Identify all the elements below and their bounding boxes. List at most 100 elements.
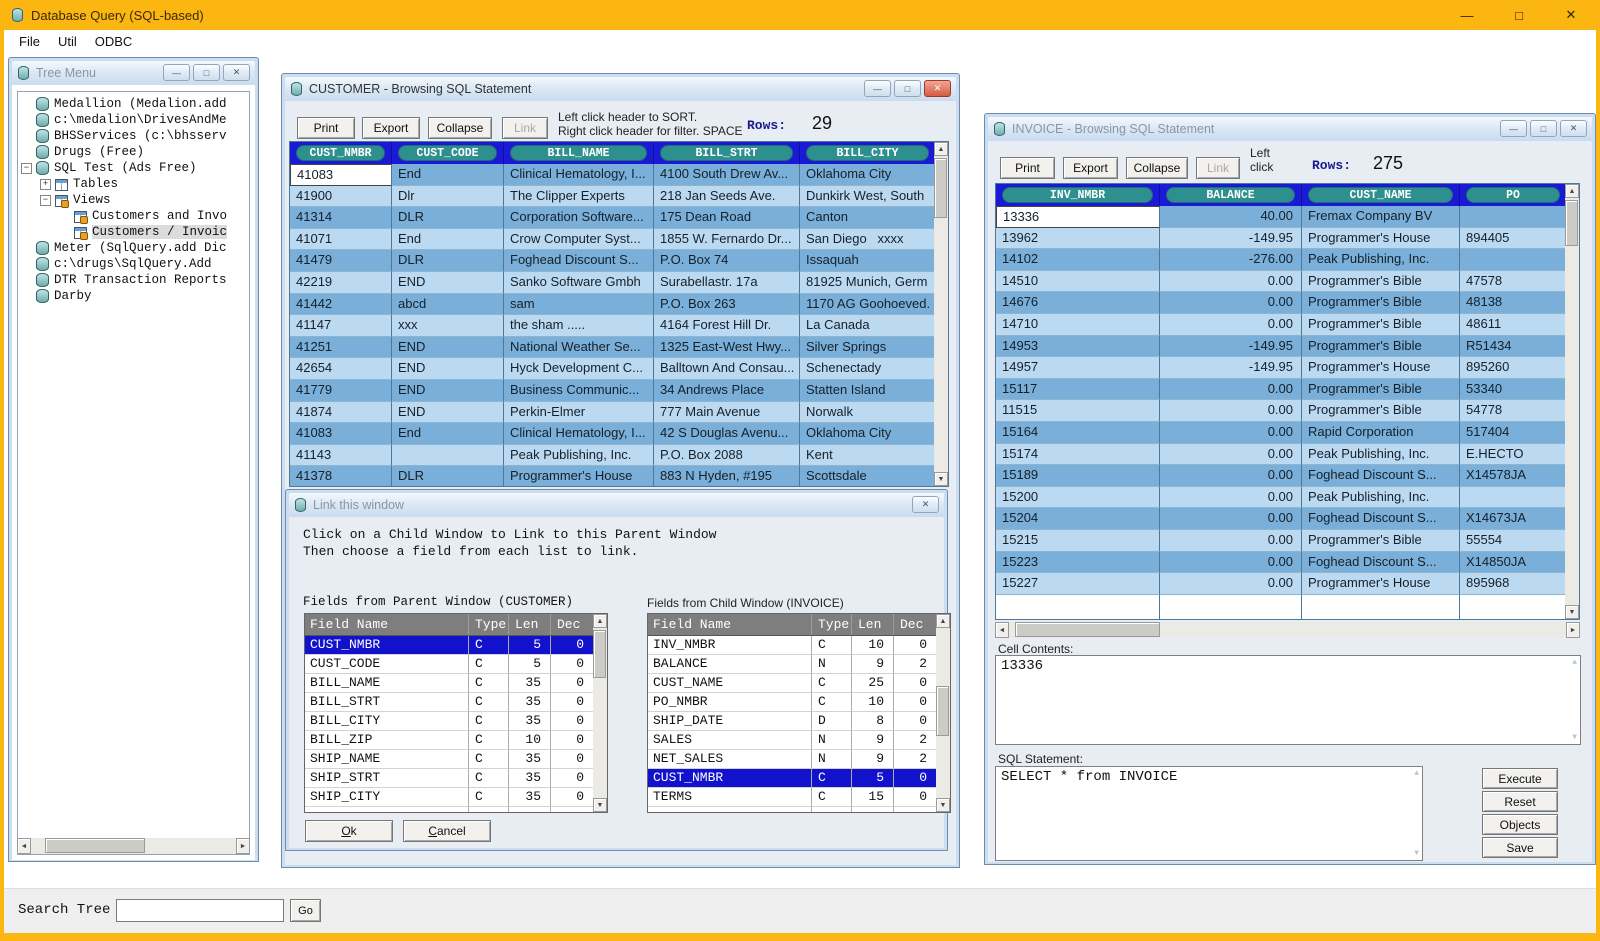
minimize-icon[interactable]: —	[1456, 8, 1478, 23]
grid-cell[interactable]: 48138	[1460, 292, 1567, 314]
grid-cell[interactable]: 41874	[290, 402, 392, 424]
grid-cell[interactable]: 41083	[290, 423, 392, 445]
grid-cell[interactable]: Programmer's House	[1302, 573, 1460, 595]
tree-item[interactable]: c:\medalion\DrivesAndMe	[18, 112, 249, 128]
grid-cell[interactable]: Programmer's House	[504, 466, 654, 487]
grid-cell[interactable]: P.O. Box 263	[654, 294, 800, 316]
grid-cell[interactable]: Foghead Discount S...	[1302, 552, 1460, 574]
grid-cell[interactable]: Clinical Hematology, I...	[504, 164, 654, 186]
grid-cell[interactable]: the sham .....	[504, 315, 654, 337]
field-row[interactable]: SHIP_NAMEC350	[305, 750, 607, 769]
grid-cell[interactable]: END	[392, 402, 504, 424]
grid-cell[interactable]: 4100 South Drew Av...	[654, 164, 800, 186]
grid-cell[interactable]: Peak Publishing, Inc.	[1302, 444, 1460, 466]
link-button[interactable]: Link	[1196, 157, 1240, 179]
tree-item[interactable]: Customers and Invo	[18, 208, 249, 224]
field-row[interactable]: CUST_NMBRC50	[305, 636, 607, 655]
scroll-down-icon[interactable]: ▼	[1572, 733, 1577, 742]
grid-cell[interactable]: DLR	[392, 466, 504, 487]
grid-cell[interactable]: Rapid Corporation	[1302, 422, 1460, 444]
vertical-scrollbar[interactable]: ▲▼	[593, 614, 607, 812]
grid-cell[interactable]: -149.95	[1160, 336, 1302, 358]
grid-cell[interactable]: Peak Publishing, Inc.	[1302, 249, 1460, 271]
tree-item[interactable]: c:\drugs\SqlQuery.Add	[18, 256, 249, 272]
grid-cell[interactable]: Peak Publishing, Inc.	[504, 445, 654, 467]
scroll-down-arrow-icon[interactable]: ▼	[593, 798, 607, 812]
column-header[interactable]: BILL_NAME	[504, 142, 654, 164]
grid-cell[interactable]: 15227	[996, 573, 1160, 595]
scrollbar-thumb[interactable]	[1565, 200, 1578, 246]
grid-cell[interactable]: END	[392, 380, 504, 402]
cancel-button[interactable]: Cancel	[403, 820, 491, 842]
collapse-button[interactable]: Collapse	[428, 117, 492, 139]
field-row[interactable]: BILL_ZIPC100	[305, 731, 607, 750]
grid-cell[interactable]: 895968	[1460, 573, 1567, 595]
plus-expander-icon[interactable]: +	[40, 179, 51, 190]
grid-cell[interactable]: 47578	[1460, 271, 1567, 293]
grid-cell[interactable]: 42 S Douglas Avenu...	[654, 423, 800, 445]
scroll-left-arrow-icon[interactable]: ◄	[17, 838, 31, 854]
cell-contents-box[interactable]: 13336 ▲ ▼	[995, 655, 1581, 745]
field-row[interactable]: BALANCEN92	[648, 655, 950, 674]
grid-cell[interactable]: 54778	[1460, 400, 1567, 422]
grid-cell[interactable]: X14673JA	[1460, 508, 1567, 530]
maximize-icon[interactable]: □	[1508, 8, 1530, 23]
grid-cell[interactable]: 895260	[1460, 357, 1567, 379]
grid-cell[interactable]: 41479	[290, 250, 392, 272]
grid-cell[interactable]: 41900	[290, 186, 392, 208]
grid-cell[interactable]: 41442	[290, 294, 392, 316]
grid-cell[interactable]: DLR	[392, 250, 504, 272]
close-icon[interactable]: ✕	[912, 496, 939, 513]
field-row[interactable]: BILL_NAMEC350	[305, 674, 607, 693]
grid-cell[interactable]: Corporation Software...	[504, 207, 654, 229]
invoice-titlebar[interactable]: INVOICE - Browsing SQL Statement — □ ✕	[988, 117, 1592, 141]
grid-cell[interactable]: Norwalk	[800, 402, 936, 424]
grid-cell[interactable]: 15200	[996, 487, 1160, 509]
grid-cell[interactable]: 0.00	[1160, 292, 1302, 314]
maximize-icon[interactable]: □	[193, 64, 220, 81]
grid-cell[interactable]: End	[392, 229, 504, 251]
grid-cell[interactable]: xxx	[392, 315, 504, 337]
field-row[interactable]: NET_SALESN92	[648, 750, 950, 769]
scrollbar-track[interactable]	[934, 156, 948, 472]
grid-cell[interactable]: Programmer's House	[1302, 357, 1460, 379]
field-row[interactable]: SHIP_CITYC350	[305, 788, 607, 807]
grid-cell[interactable]: Scottsdale	[800, 466, 936, 487]
vertical-scrollbar[interactable]: ▲▼	[934, 142, 948, 486]
field-row[interactable]: SHIP_STRTC350	[305, 769, 607, 788]
grid-cell[interactable]: 0.00	[1160, 487, 1302, 509]
scrollbar-thumb[interactable]	[934, 158, 947, 218]
grid-cell[interactable]: San Diego xxxx	[800, 229, 936, 251]
grid-cell[interactable]: 53340	[1460, 379, 1567, 401]
field-row[interactable]: SHIP_DATED80	[648, 712, 950, 731]
grid-cell[interactable]: 4164 Forest Hill Dr.	[654, 315, 800, 337]
grid-cell[interactable]	[392, 445, 504, 467]
tree-item[interactable]: +Tables	[18, 176, 249, 192]
scrollbar-thumb[interactable]	[936, 686, 949, 736]
grid-cell[interactable]: 14710	[996, 314, 1160, 336]
grid-cell[interactable]: Sanko Software Gmbh	[504, 272, 654, 294]
grid-cell[interactable]: Crow Computer Syst...	[504, 229, 654, 251]
scrollbar-track[interactable]	[31, 838, 236, 854]
grid-cell[interactable]: 14957	[996, 357, 1160, 379]
grid-cell[interactable]: 1325 East-West Hwy...	[654, 337, 800, 359]
grid-cell[interactable]	[1460, 206, 1567, 228]
grid-cell[interactable]: 14953	[996, 336, 1160, 358]
grid-cell[interactable]: 13962	[996, 228, 1160, 250]
column-header[interactable]: CUST_CODE	[392, 142, 504, 164]
grid-cell[interactable]: Dlr	[392, 186, 504, 208]
column-header[interactable]: CUST_NMBR	[290, 142, 392, 164]
tree-item[interactable]: −SQL Test (Ads Free)	[18, 160, 249, 176]
tree-item[interactable]: Customers / Invoic	[18, 224, 249, 240]
grid-cell[interactable]: 0.00	[1160, 444, 1302, 466]
grid-cell[interactable]: 1855 W. Fernardo Dr...	[654, 229, 800, 251]
grid-cell[interactable]: 0.00	[1160, 379, 1302, 401]
grid-cell[interactable]: R51434	[1460, 336, 1567, 358]
scroll-up-arrow-icon[interactable]: ▲	[936, 614, 950, 628]
tree-menu-titlebar[interactable]: Tree Menu — □ ✕	[12, 61, 255, 85]
menu-util[interactable]: Util	[49, 34, 86, 49]
grid-cell[interactable]: abcd	[392, 294, 504, 316]
scroll-left-arrow-icon[interactable]: ◄	[995, 622, 1009, 638]
grid-cell[interactable]: Oklahoma City	[800, 423, 936, 445]
grid-cell[interactable]: 41779	[290, 380, 392, 402]
